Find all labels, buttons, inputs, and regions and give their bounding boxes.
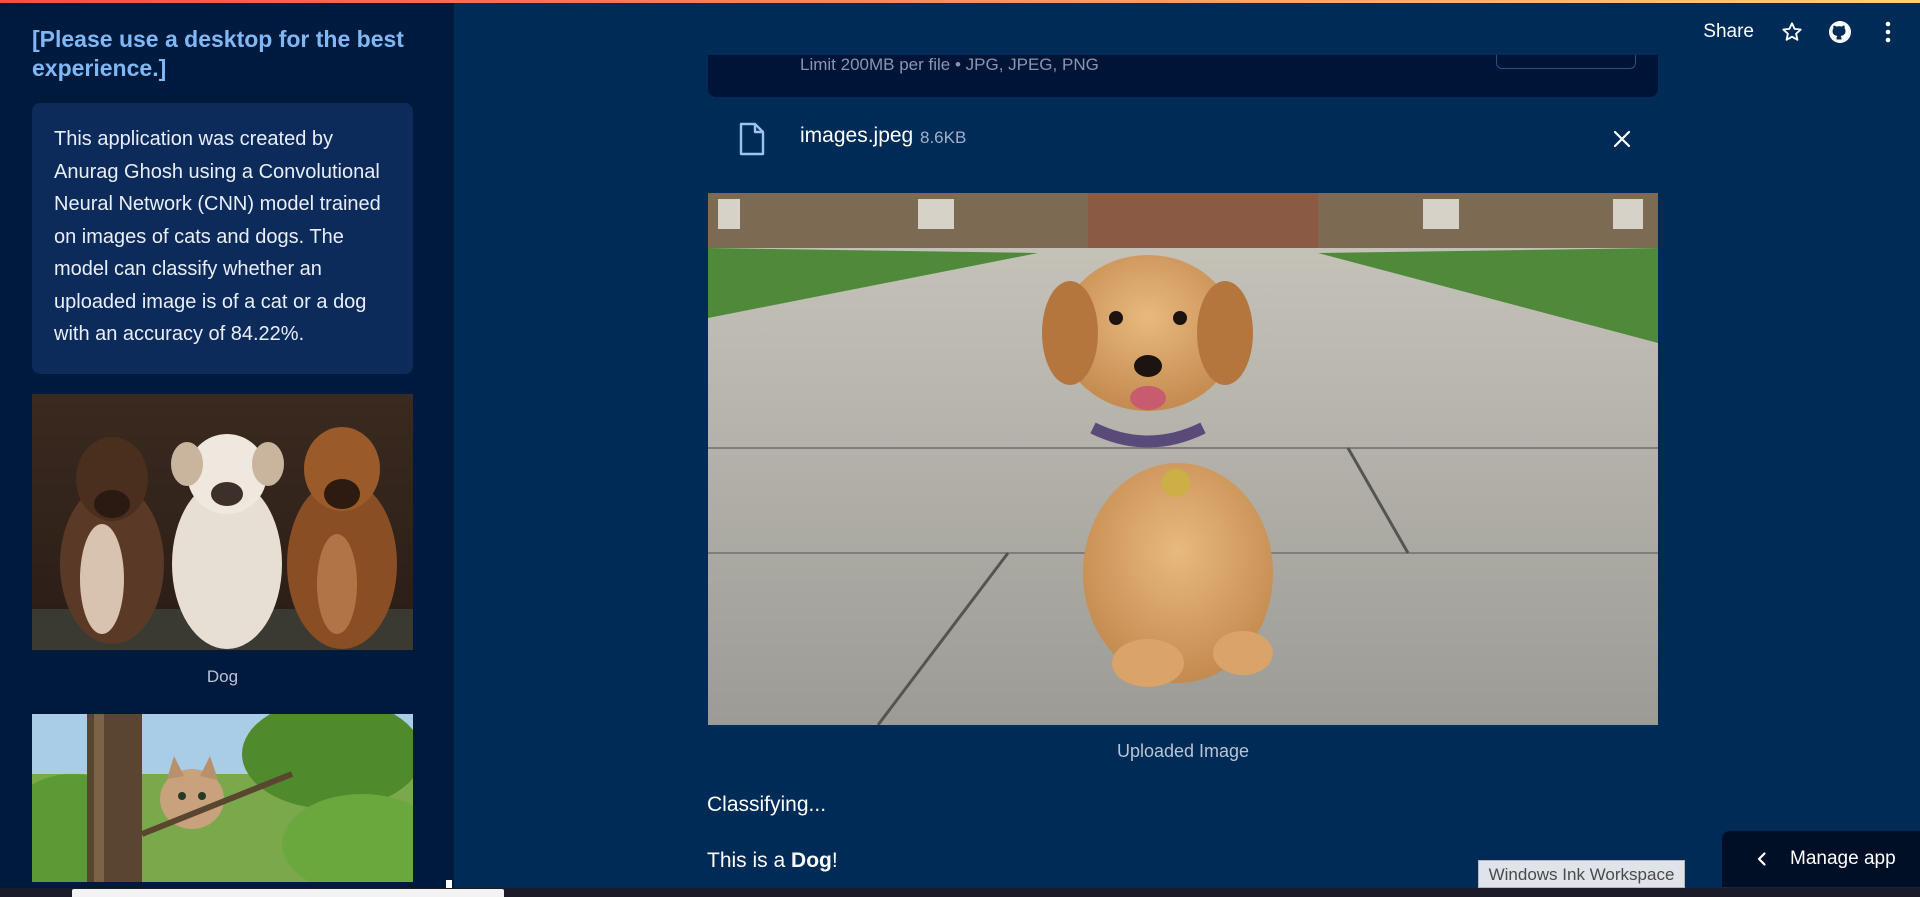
result-prefix: This is a xyxy=(707,849,792,872)
cursor-marker xyxy=(446,880,452,888)
more-vertical-icon[interactable] xyxy=(1876,20,1900,44)
manage-app-label: Manage app xyxy=(1790,848,1896,869)
uploader-limit-text: Limit 200MB per file • JPG, JPEG, PNG xyxy=(800,55,1099,74)
star-icon[interactable] xyxy=(1780,20,1804,44)
uploaded-image xyxy=(708,193,1658,725)
share-button[interactable]: Share xyxy=(1703,21,1754,43)
sidebar-heading: [Please use a desktop for the best exper… xyxy=(32,26,404,81)
uploaded-file-row: images.jpeg 8.6KB xyxy=(708,117,1658,165)
browse-files-button[interactable] xyxy=(1496,55,1636,69)
uploaded-image-caption: Uploaded Image xyxy=(1116,741,1250,761)
file-uploader-dropzone[interactable]: Limit 200MB per file • JPG, JPEG, PNG xyxy=(708,55,1658,97)
sidebar-dog-image-caption: Dog xyxy=(206,667,239,686)
classifying-status: Classifying... xyxy=(707,793,827,816)
sidebar-cat-image xyxy=(32,714,413,882)
uploaded-file-size: 8.6KB xyxy=(920,128,967,147)
header-actions: Share xyxy=(1703,16,1904,48)
chevron-left-icon xyxy=(1754,851,1770,867)
windows-ink-tooltip: Windows Ink Workspace xyxy=(1478,860,1685,888)
sidebar-dog-image xyxy=(32,394,413,650)
classification-result: This is a Dog! xyxy=(707,849,838,873)
github-icon[interactable] xyxy=(1828,20,1852,44)
result-label: Dog xyxy=(791,849,832,872)
uploaded-file-name: images.jpeg xyxy=(800,124,914,147)
result-suffix: ! xyxy=(831,849,838,872)
file-icon xyxy=(738,122,766,156)
sidebar-info-box: This application was created by Anurag G… xyxy=(32,103,413,374)
manage-app-button[interactable]: Manage app xyxy=(1722,831,1920,887)
remove-file-close-icon[interactable] xyxy=(1608,125,1636,153)
taskbar-search-box[interactable] xyxy=(72,889,504,897)
sidebar: [Please use a desktop for the best exper… xyxy=(0,3,454,897)
